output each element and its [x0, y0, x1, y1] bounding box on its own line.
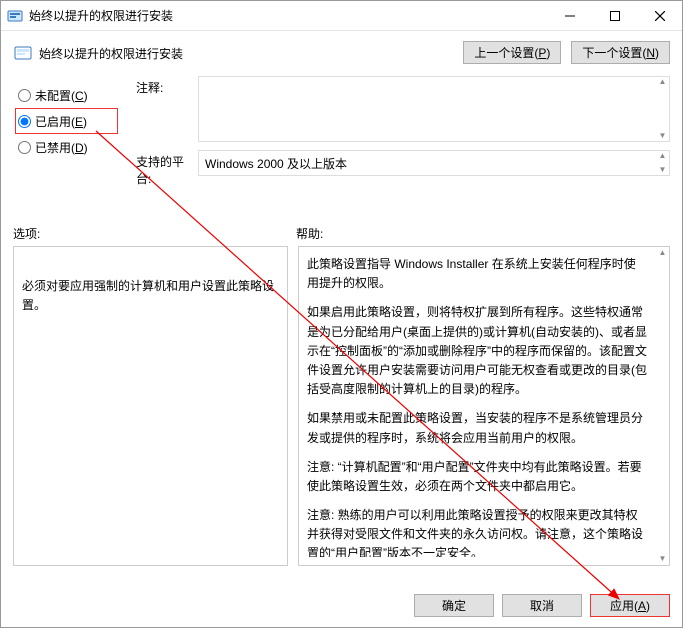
platform-scrollbar[interactable]: ▲▼	[656, 151, 669, 175]
ok-button[interactable]: 确定	[414, 594, 494, 617]
close-button[interactable]	[637, 1, 682, 30]
options-text: 必须对要应用强制的计算机和用户设置此策略设置。	[22, 279, 274, 312]
help-paragraph: 如果禁用或未配置此策略设置，当安装的程序不是系统管理员分发或提供的程序时，系统将…	[307, 409, 647, 447]
comment-scrollbar[interactable]: ▲▼	[656, 77, 669, 141]
window-title: 始终以提升的权限进行安装	[29, 7, 547, 24]
cancel-label: 取消	[530, 597, 554, 614]
radio-not-configured-input[interactable]	[18, 89, 31, 102]
radio-enabled[interactable]: 已启用(E)	[15, 108, 118, 134]
close-icon	[655, 11, 665, 21]
radio-enabled-label: 已启用(E)	[35, 113, 87, 130]
help-paragraph: 此策略设置指导 Windows Installer 在系统上安装任何程序时使用提…	[307, 255, 647, 293]
help-scrollbar[interactable]: ▲▼	[656, 247, 669, 565]
options-pane: 必须对要应用强制的计算机和用户设置此策略设置。	[13, 246, 288, 566]
apply-label: 应用(A)	[610, 597, 650, 614]
options-heading: 选项:	[13, 225, 296, 242]
help-pane: 此策略设置指导 Windows Installer 在系统上安装任何程序时使用提…	[298, 246, 670, 566]
apply-button[interactable]: 应用(A)	[590, 594, 670, 617]
comment-textarea[interactable]: ▲▼	[198, 76, 670, 142]
state-radiogroup: 未配置(C) 已启用(E) 已禁用(D)	[13, 76, 128, 195]
radio-enabled-input[interactable]	[18, 115, 31, 128]
dialog-footer: 确定 取消 应用(A)	[1, 586, 682, 627]
minimize-button[interactable]	[547, 1, 592, 30]
help-heading: 帮助:	[296, 225, 323, 242]
header-row: 始终以提升的权限进行安装 上一个设置(P) 下一个设置(N)	[1, 31, 682, 76]
radio-disabled[interactable]: 已禁用(D)	[18, 134, 128, 160]
help-paragraph: 注意: 熟练的用户可以利用此策略设置授予的权限来更改其特权并获得对受限文件和文件…	[307, 506, 647, 557]
dialog-body: 未配置(C) 已启用(E) 已禁用(D) 注释: ▲▼	[1, 76, 682, 586]
previous-setting-label: 上一个设置(P)	[474, 44, 550, 61]
comment-label: 注释:	[136, 76, 198, 142]
titlebar: 始终以提升的权限进行安装	[1, 1, 682, 31]
radio-disabled-input[interactable]	[18, 141, 31, 154]
previous-setting-button[interactable]: 上一个设置(P)	[463, 41, 561, 64]
next-setting-button[interactable]: 下一个设置(N)	[571, 41, 670, 64]
app-icon	[7, 8, 23, 24]
cancel-button[interactable]: 取消	[502, 594, 582, 617]
help-text: 此策略设置指导 Windows Installer 在系统上安装任何程序时使用提…	[307, 255, 661, 557]
platform-label: 支持的平台:	[136, 150, 198, 187]
policy-title: 始终以提升的权限进行安装	[39, 43, 463, 62]
maximize-button[interactable]	[592, 1, 637, 30]
platform-value: Windows 2000 及以上版本	[205, 155, 347, 172]
platform-field: Windows 2000 及以上版本 ▲▼	[198, 150, 670, 176]
next-setting-label: 下一个设置(N)	[582, 44, 659, 61]
policy-icon	[13, 43, 33, 63]
policy-dialog: 始终以提升的权限进行安装 始终以提升的权限进行安装 上一个设置(P) 下一个设置…	[0, 0, 683, 628]
radio-not-configured[interactable]: 未配置(C)	[18, 82, 128, 108]
minimize-icon	[565, 11, 575, 21]
help-paragraph: 注意: “计算机配置”和“用户配置”文件夹中均有此策略设置。若要使此策略设置生效…	[307, 458, 647, 496]
ok-label: 确定	[442, 597, 466, 614]
maximize-icon	[610, 11, 620, 21]
radio-not-configured-label: 未配置(C)	[35, 87, 88, 104]
radio-disabled-label: 已禁用(D)	[35, 139, 88, 156]
help-paragraph: 如果启用此策略设置，则将特权扩展到所有程序。这些特权通常是为已分配给用户(桌面上…	[307, 303, 647, 399]
